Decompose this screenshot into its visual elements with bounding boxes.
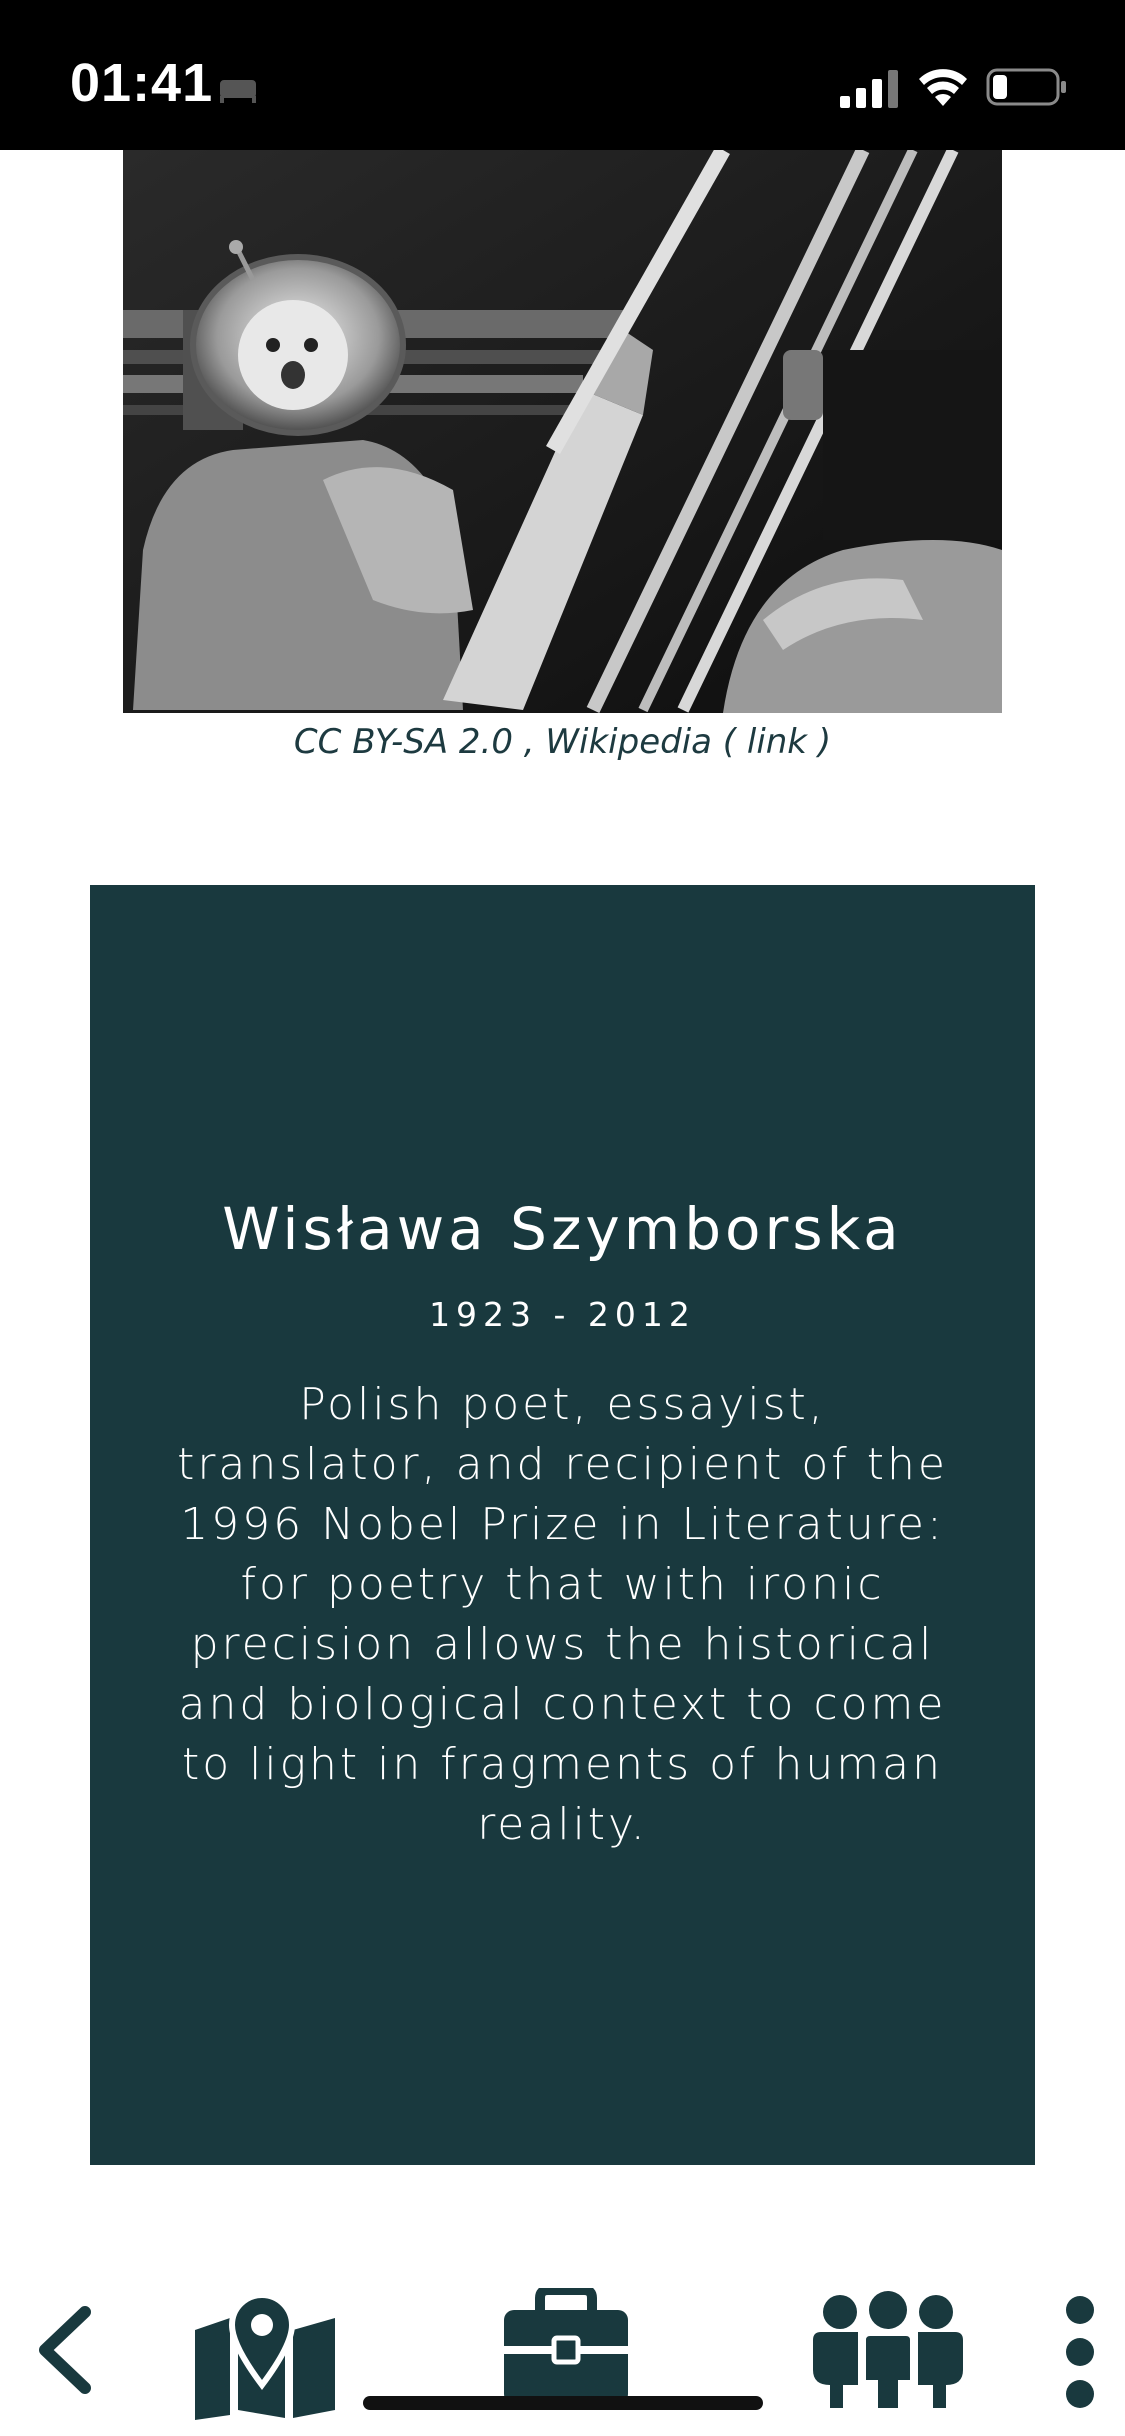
battery-icon [986, 68, 1066, 106]
bottom-nav [0, 2270, 1125, 2436]
bio-description: Polish poet, essayist, translator, and r… [177, 1379, 948, 1850]
back-chevron-icon[interactable] [30, 2300, 100, 2400]
photo-caption: CC BY-SA 2.0 , Wikipedia ( link ) [0, 722, 1125, 762]
article-photo [123, 150, 1002, 713]
bio-years: 1923 - 2012 [429, 1295, 696, 1334]
home-indicator[interactable] [363, 2396, 763, 2410]
map-icon[interactable] [190, 2290, 340, 2420]
cellular-signal-icon [840, 70, 898, 108]
bio-name: Wisława Szymborska [222, 1195, 903, 1263]
people-icon[interactable] [808, 2290, 968, 2410]
caption-license: CC BY-SA 2.0 , Wikipedia ( [293, 722, 737, 762]
caption-link[interactable]: link [736, 722, 818, 762]
sleep-focus-icon [220, 80, 256, 103]
briefcase-icon[interactable] [500, 2288, 632, 2408]
status-time: 01:41 [70, 53, 214, 113]
caption-close: ) [817, 722, 832, 762]
wifi-icon [919, 69, 967, 106]
photo-image [123, 150, 1002, 713]
status-bar: 01:41 [0, 0, 1125, 150]
bio-card: Wisława Szymborska 1923 - 2012 Polish po… [90, 885, 1035, 2165]
more-vertical-icon[interactable] [1050, 2292, 1110, 2412]
